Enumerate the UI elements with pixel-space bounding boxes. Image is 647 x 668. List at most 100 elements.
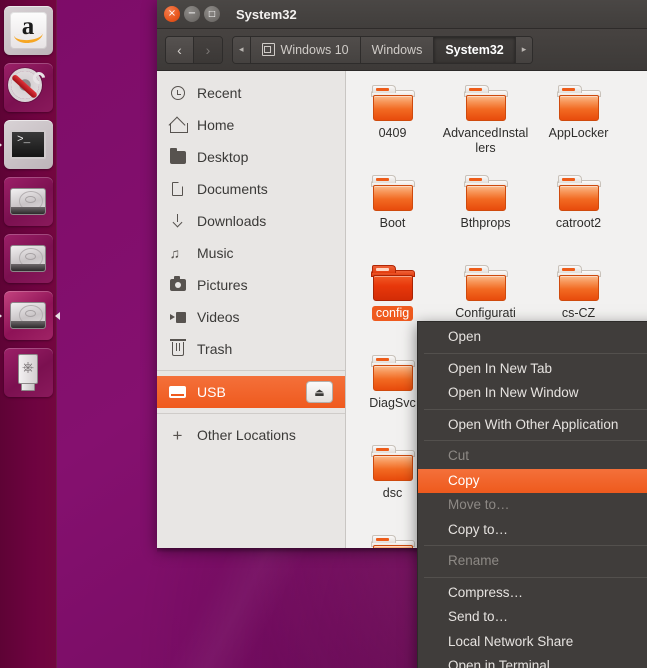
download-arrow-icon (169, 213, 186, 230)
sidebar-item-label: Recent (197, 85, 241, 101)
context-menu-separator (424, 577, 647, 578)
context-menu-item-open-in-terminal[interactable]: Open in Terminal (418, 654, 647, 668)
breadcrumb-item-windows[interactable]: Windows (361, 37, 435, 63)
clock-icon (169, 85, 186, 102)
sidebar-item-music[interactable]: ♫ Music (157, 237, 345, 269)
launcher-item-drive-2[interactable] (4, 234, 53, 283)
folder-icon (371, 175, 415, 212)
sidebar-item-downloads[interactable]: Downloads (157, 205, 345, 237)
folder-icon (464, 85, 508, 122)
context-menu-item-open-with-other-application[interactable]: Open With Other Application (418, 413, 647, 438)
file-item-applocker[interactable]: AppLocker (532, 81, 625, 171)
file-item-0409[interactable]: 0409 (346, 81, 439, 171)
sidebar-item-recent[interactable]: Recent (157, 77, 345, 109)
breadcrumb-item-windows-10[interactable]: Windows 10 (251, 37, 361, 63)
folder-icon (371, 445, 415, 482)
sidebar-item-trash[interactable]: Trash (157, 333, 345, 365)
context-menu-item-open-in-new-window[interactable]: Open In New Window (418, 381, 647, 406)
launcher-item-drive-3[interactable] (4, 291, 53, 340)
file-item-label: Boot (349, 216, 437, 231)
folder-icon (557, 85, 601, 122)
breadcrumb-scroll-left[interactable]: ◂ (233, 37, 251, 63)
places-sidebar: Recent Home Desktop Documents Downloads … (157, 71, 346, 548)
launcher-item-drive-1[interactable] (4, 177, 53, 226)
forward-button[interactable]: › (194, 37, 222, 63)
sidebar-item-label: Pictures (197, 277, 248, 293)
sidebar-item-label: Documents (197, 181, 268, 197)
hard-drive-icon (10, 302, 46, 329)
minimize-button[interactable]: − (184, 6, 200, 22)
context-menu-item-rename[interactable]: Rename (418, 549, 647, 574)
context-menu-item-local-network-share[interactable]: Local Network Share (418, 630, 647, 655)
sidebar-item-label: Home (197, 117, 234, 133)
context-menu-item-open-in-new-tab[interactable]: Open In New Tab (418, 357, 647, 382)
launcher-item-terminal[interactable]: >_ (4, 120, 53, 169)
terminal-prompt-icon: >_ (17, 135, 30, 146)
camera-icon (169, 277, 186, 294)
breadcrumb-scroll-right[interactable]: ▸ (516, 37, 533, 63)
sidebar-item-label: Trash (197, 341, 232, 357)
file-item-boot[interactable]: Boot (346, 171, 439, 261)
sidebar-item-home[interactable]: Home (157, 109, 345, 141)
file-item-bthprops[interactable]: Bthprops (439, 171, 532, 261)
sidebar-item-pictures[interactable]: Pictures (157, 269, 345, 301)
maximize-icon: □ (208, 9, 216, 19)
eject-button[interactable]: ⏏ (306, 381, 333, 403)
terminal-icon: >_ (10, 130, 46, 159)
file-item-label: Bthprops (442, 216, 530, 231)
hard-drive-icon (10, 245, 46, 272)
context-menu-item-open[interactable]: Open (418, 325, 647, 350)
context-menu-item-compress[interactable]: Compress… (418, 581, 647, 606)
launcher-item-system-settings[interactable] (4, 63, 53, 112)
window-titlebar[interactable]: × − □ System32 (157, 0, 647, 29)
context-menu-item-cut[interactable]: Cut (418, 444, 647, 469)
maximize-button[interactable]: □ (204, 6, 220, 22)
close-button[interactable]: × (164, 6, 180, 22)
file-item-label: catroot2 (535, 216, 623, 231)
sidebar-item-videos[interactable]: Videos (157, 301, 345, 333)
folder-icon (371, 85, 415, 122)
file-item-label: cs-CZ (535, 306, 623, 321)
file-item-catroot2[interactable]: catroot2 (532, 171, 625, 261)
context-menu-item-send-to[interactable]: Send to… (418, 605, 647, 630)
sidebar-item-label: Downloads (197, 213, 266, 229)
gear-wrench-icon (9, 69, 47, 107)
document-icon (169, 181, 186, 198)
context-menu: Open Open In New Tab Open In New Window … (417, 321, 647, 668)
breadcrumb: ◂ Windows 10 Windows System32 ▸ (232, 36, 533, 64)
context-menu-item-copy[interactable]: Copy (418, 469, 647, 494)
file-item-label: config (372, 306, 413, 321)
context-menu-item-move-to[interactable]: Move to… (418, 493, 647, 518)
folder-icon (557, 265, 601, 302)
context-menu-separator (424, 440, 647, 441)
file-item-advancedinstallers[interactable]: AdvancedInstallers (439, 81, 532, 171)
launcher-item-amazon[interactable]: a (4, 6, 53, 55)
amazon-icon-swoosh (13, 33, 43, 44)
sidebar-item-other-locations[interactable]: + Other Locations (157, 419, 345, 451)
file-item-label: AppLocker (535, 126, 623, 141)
folder-icon (464, 175, 508, 212)
folder-icon (371, 355, 415, 392)
sidebar-separator (157, 413, 345, 414)
sidebar-separator (157, 370, 345, 371)
folder-icon (557, 175, 601, 212)
drive-chip-icon (262, 43, 275, 56)
window-title: System32 (236, 7, 297, 22)
sidebar-item-usb[interactable]: USB ⏏ (157, 376, 345, 408)
amazon-icon: a (10, 12, 47, 49)
sidebar-item-label: Videos (197, 309, 240, 325)
window-toolbar: ‹ › ◂ Windows 10 Windows System32 ▸ (157, 29, 647, 71)
file-item-partial-a[interactable]: a (625, 81, 647, 171)
sidebar-item-documents[interactable]: Documents (157, 173, 345, 205)
home-icon (169, 117, 186, 134)
back-button[interactable]: ‹ (166, 37, 194, 63)
sidebar-item-label: Other Locations (197, 427, 296, 443)
context-menu-separator (424, 545, 647, 546)
music-note-icon: ♫ (169, 245, 186, 262)
context-menu-separator (424, 353, 647, 354)
breadcrumb-item-system32[interactable]: System32 (434, 37, 515, 63)
sidebar-item-desktop[interactable]: Desktop (157, 141, 345, 173)
launcher-item-usb-stick[interactable]: ⎈ (4, 348, 53, 397)
file-item-partial[interactable] (625, 171, 647, 261)
context-menu-item-copy-to[interactable]: Copy to… (418, 518, 647, 543)
